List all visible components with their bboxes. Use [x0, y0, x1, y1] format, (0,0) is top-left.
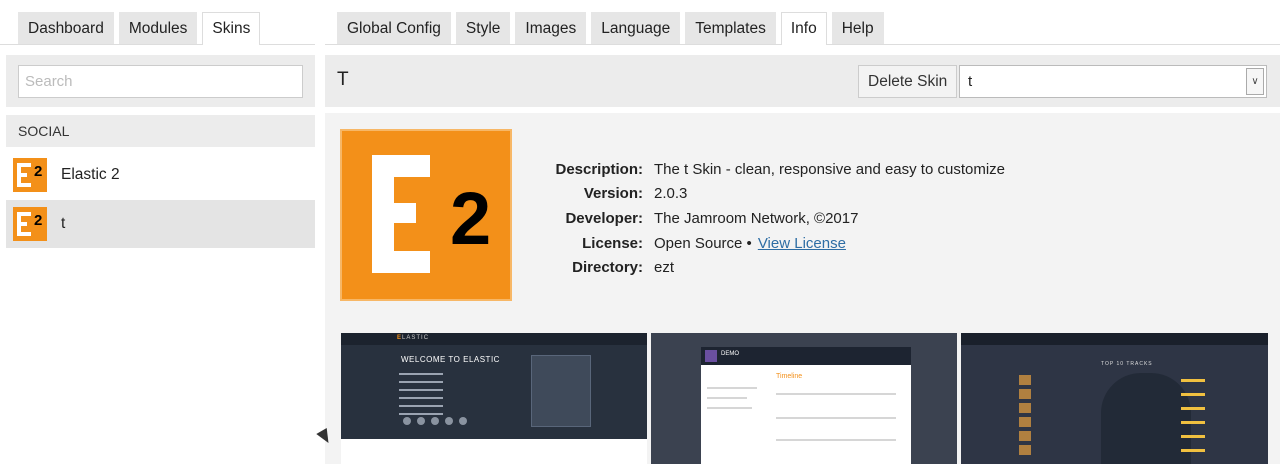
- detail-directory: Directory: ezt: [572, 259, 675, 277]
- tab-skins[interactable]: Skins: [202, 12, 261, 45]
- skin-details: Description: The t Skin - clean, respons…: [555, 157, 1005, 280]
- skin-screenshot-1[interactable]: ELASTIC WELCOME TO ELASTIC: [341, 333, 647, 464]
- tab-modules[interactable]: Modules: [118, 12, 198, 44]
- detail-description: Description: The t Skin - clean, respons…: [555, 160, 1006, 178]
- search-input[interactable]: [18, 65, 303, 98]
- search-panel: [6, 55, 315, 107]
- chevron-down-icon: ∨: [1246, 68, 1264, 95]
- detail-version: Version: 2.0.3: [583, 185, 688, 203]
- main-header: T Delete Skin t ∨: [325, 55, 1280, 107]
- detail-developer: Developer: The Jamroom Network, ©2017: [565, 209, 859, 227]
- tab-dashboard[interactable]: Dashboard: [18, 12, 114, 44]
- skin-info-panel: 2 Description: The t Skin - clean, respo…: [325, 113, 1280, 464]
- detail-license: License: Open Source • View License: [582, 234, 846, 252]
- skin-logo-number: 2: [450, 177, 492, 260]
- skin-screenshot-2[interactable]: DEMO Timeline: [651, 333, 957, 464]
- sidebar-item-label: Elastic 2: [61, 166, 120, 183]
- e2-logo-icon: 2: [13, 158, 47, 192]
- tab-language[interactable]: Language: [591, 12, 681, 44]
- screenshot-heading: WELCOME TO ELASTIC: [401, 355, 500, 364]
- skin-logo-image: 2: [340, 129, 512, 301]
- tab-global-config[interactable]: Global Config: [337, 12, 451, 44]
- tab-templates[interactable]: Templates: [685, 12, 776, 44]
- tab-help[interactable]: Help: [831, 12, 884, 44]
- page-title: T: [337, 69, 349, 90]
- e2-logo-icon: 2: [13, 207, 47, 241]
- view-license-link[interactable]: View License: [758, 235, 846, 252]
- delete-skin-button[interactable]: Delete Skin: [858, 65, 958, 98]
- skin-tabs-right: Global Config Style Images Language Temp…: [325, 0, 1280, 45]
- skin-select-value: t: [968, 73, 973, 90]
- skin-screenshot-3[interactable]: TOP 10 TRACKS: [961, 333, 1268, 464]
- sidebar-item-label: t: [61, 215, 66, 232]
- sidebar-section-title: SOCIAL: [6, 115, 315, 147]
- tab-info[interactable]: Info: [780, 12, 827, 45]
- sidebar-item-elastic-2[interactable]: 2 Elastic 2: [6, 151, 315, 199]
- sidebar-item-t[interactable]: 2 t: [6, 200, 315, 248]
- tab-images[interactable]: Images: [515, 12, 587, 44]
- skin-select[interactable]: t ∨: [959, 65, 1267, 98]
- tab-style[interactable]: Style: [455, 12, 511, 44]
- skin-tabs-left: Dashboard Modules Skins: [0, 0, 315, 45]
